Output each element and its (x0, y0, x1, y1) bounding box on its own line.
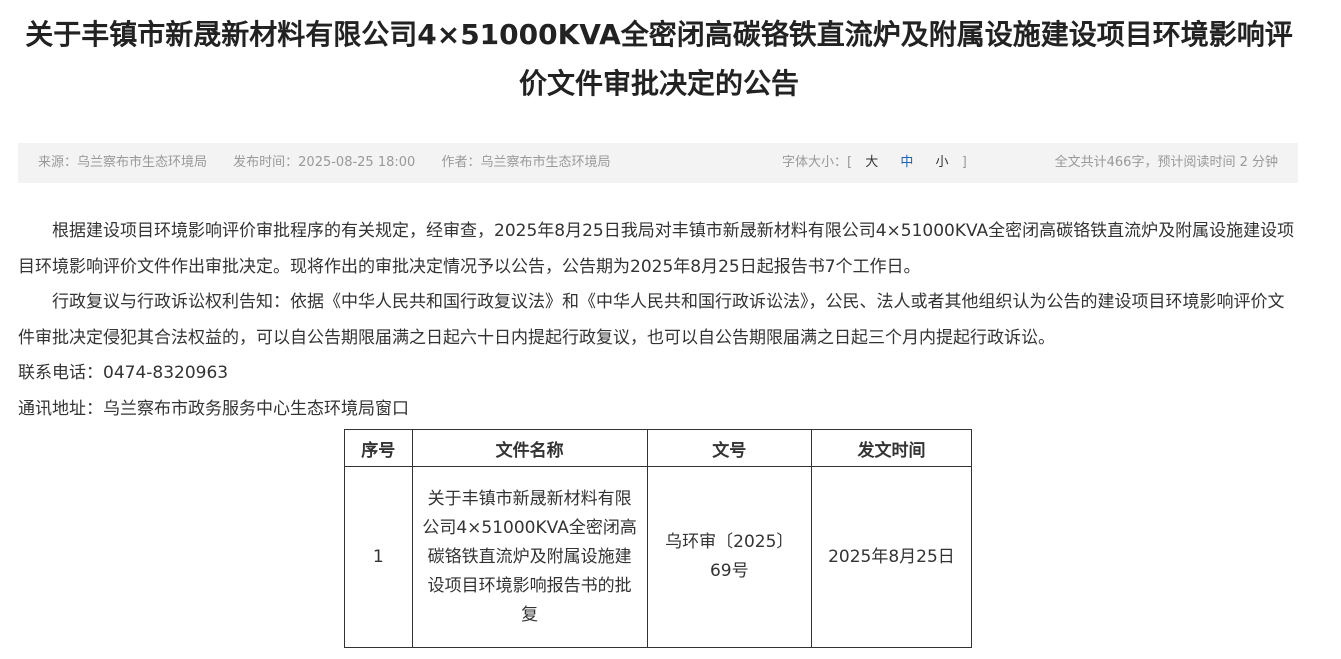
font-size-label: 字体大小：[ (782, 155, 853, 170)
cell-doc-number: 乌环审〔2025〕69号 (646, 466, 812, 648)
cell-file-name: 关于丰镇市新晟新材料有限公司4×51000KVA全密闭高碳铬铁直流炉及附属设施建… (411, 466, 648, 648)
reading-info: 全文共计466字，预计阅读时间 2 分钟 (1055, 143, 1278, 183)
paragraph-rights-notice: 行政复议与行政诉讼权利告知：依据《中华人民共和国行政复议法》和《中华人民共和国行… (18, 292, 1285, 348)
contact-address: 通讯地址：乌兰察布市政务服务中心生态环境局窗口 (18, 398, 409, 419)
article-body: 根据建设项目环境影响评价审批程序的有关规定，经审查，2025年8月25日我局对丰… (18, 214, 1300, 427)
font-small-button[interactable]: 小 (936, 143, 949, 183)
article-meta-bar: 来源：乌兰察布市生态环境局 发布时间：2025-08-25 18:00 作者：乌… (18, 143, 1298, 183)
meta-source: 来源：乌兰察布市生态环境局 (38, 155, 208, 170)
font-medium-button[interactable]: 中 (900, 143, 913, 183)
page-title: 关于丰镇市新晟新材料有限公司4×51000KVA全密闭高碳铬铁直流炉及附属设施建… (25, 18, 1293, 100)
font-size-switcher: 字体大小：[ 大 中 小 ] (782, 143, 967, 183)
cell-index: 1 (344, 466, 413, 648)
header-index: 序号 (344, 429, 413, 467)
font-large-button[interactable]: 大 (865, 143, 878, 183)
header-file-name: 文件名称 (411, 429, 648, 467)
cell-issue-date: 2025年8月25日 (810, 466, 973, 648)
header-issue-date: 发文时间 (810, 429, 973, 467)
contact-phone: 联系电话：0474-8320963 (18, 363, 229, 383)
font-size-close-bracket: ] (961, 155, 967, 170)
table-row: 1 关于丰镇市新晟新材料有限公司4×51000KVA全密闭高碳铬铁直流炉及附属设… (344, 466, 973, 648)
meta-info: 来源：乌兰察布市生态环境局 发布时间：2025-08-25 18:00 作者：乌… (38, 143, 632, 183)
meta-publish-time: 发布时间：2025-08-25 18:00 (233, 155, 416, 170)
reading-info-text: 全文共计466字，预计阅读时间 2 分钟 (1054, 155, 1278, 170)
meta-author: 作者：乌兰察布市生态环境局 (441, 155, 611, 170)
document-table: 序号 文件名称 文号 发文时间 1 关于丰镇市新晟新材料有限公司4×51000K… (344, 429, 973, 648)
header-doc-number: 文号 (646, 429, 812, 467)
table-header-row: 序号 文件名称 文号 发文时间 (344, 429, 973, 467)
paragraph-approval: 根据建设项目环境影响评价审批程序的有关规定，经审查，2025年8月25日我局对丰… (18, 221, 1295, 277)
